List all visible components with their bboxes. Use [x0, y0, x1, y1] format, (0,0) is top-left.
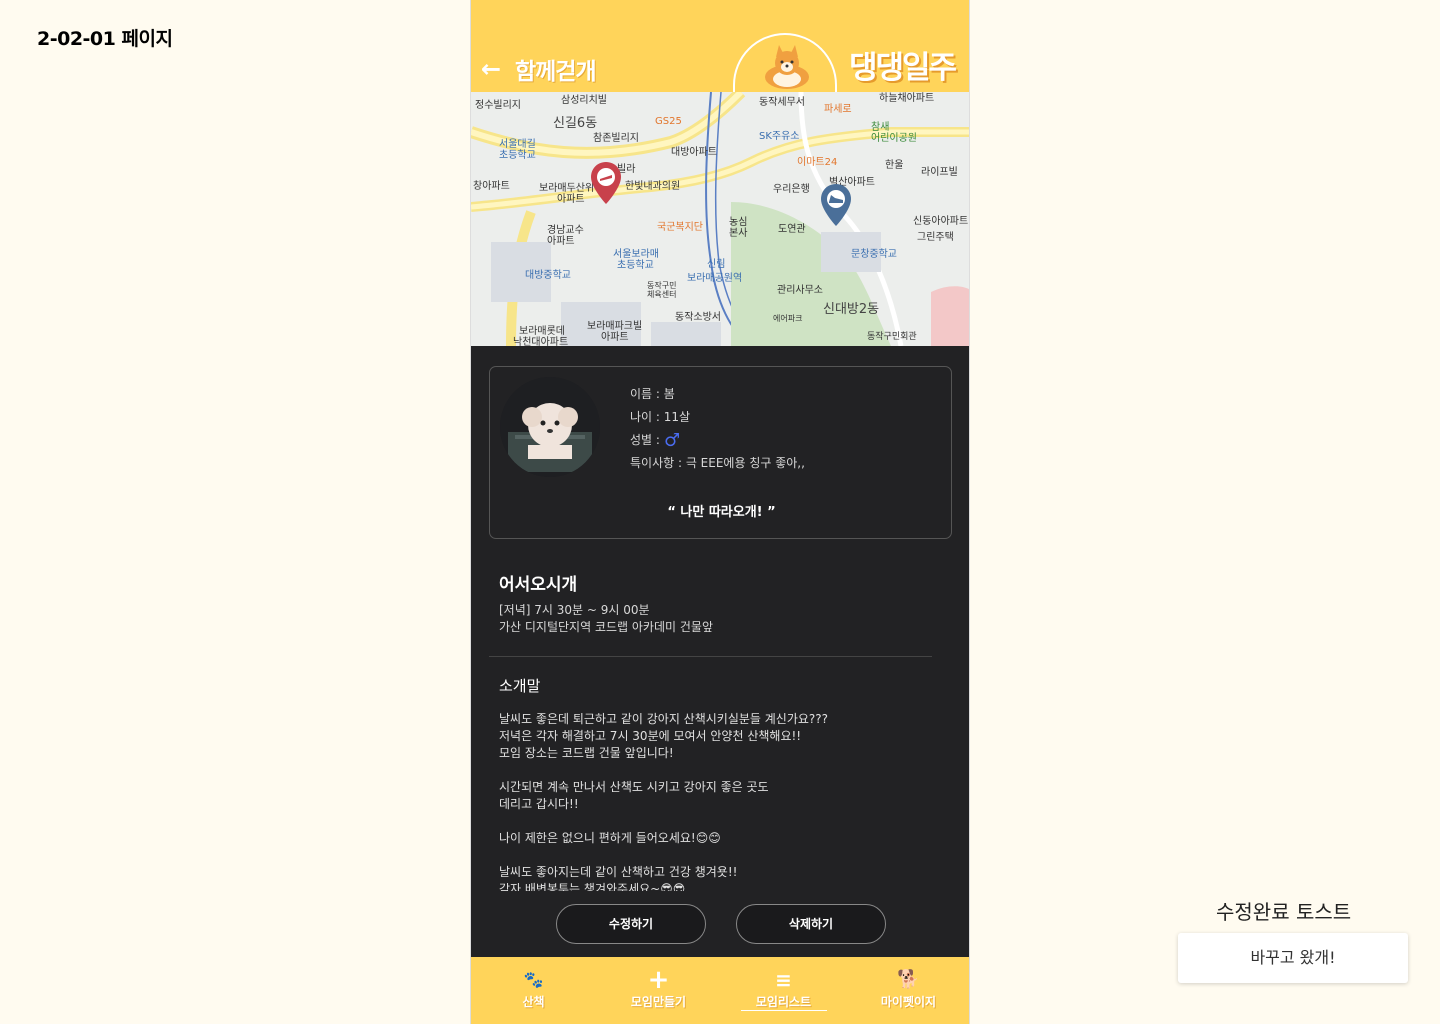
map-label: 문창중학교 — [851, 249, 897, 260]
map-label: 신동아아파트 — [913, 216, 969, 227]
paw-icon: 🐾 — [523, 970, 544, 989]
map-label: 서울보라매 — [613, 249, 659, 260]
map-label: 아파트 — [547, 236, 575, 247]
nav-item-walk[interactable]: 🐾 산책 — [471, 957, 596, 1024]
map-label: 동작소방서 — [675, 312, 721, 323]
map-label: 대방아파트 — [671, 147, 717, 158]
map-label: 어린이공원 — [871, 133, 917, 144]
map-label: 우리은행 — [773, 184, 810, 195]
map-label: 한빛내과의원 — [625, 181, 681, 192]
map-label: 동작세무서 — [759, 97, 805, 108]
map-label: 이마트24 — [797, 157, 838, 168]
phone-screen: ← 함께걷개 댕댕일주 정수빌리지 삼성리치빌 동작세무서 하늘채아파트 신길6… — [470, 0, 970, 1024]
map-label: 초등학교 — [499, 150, 536, 161]
toast-message: 바꾸고 왔개! — [1178, 933, 1408, 983]
map-label: 대방중학교 — [525, 270, 571, 281]
map-label: GS25 — [655, 116, 682, 127]
header-title: 함께걷개 — [515, 59, 597, 85]
nav-item-list[interactable]: ≡ 모임리스트 — [721, 957, 846, 1024]
route-map[interactable]: 정수빌리지 삼성리치빌 동작세무서 하늘채아파트 신길6동 GS25 파세로 참… — [471, 92, 969, 346]
male-icon: ♂ — [663, 430, 681, 451]
dog-avatar — [500, 377, 600, 477]
map-label: 경남교수 — [547, 225, 584, 236]
brand-logo-text: 댕댕일주 — [849, 50, 957, 86]
map-label: 보라매공원역 — [687, 273, 743, 284]
map-label: 도연관 — [778, 224, 806, 235]
dog-profile-card: 이름 : 봄 나이 : 11살 성별 : ♂ 특이사항 : 극 EEE에용 칭구 … — [489, 366, 952, 539]
nav-item-mypet[interactable]: 🐕 마이펫이지 — [846, 957, 969, 1024]
nav-label: 모임리스트 — [755, 995, 812, 1009]
map-label: 초등학교 — [617, 260, 654, 271]
map-label: 국군복지단 — [657, 222, 703, 233]
map-label: 하늘채아파트 — [879, 93, 935, 104]
map-label: 관리사무소 — [777, 285, 823, 296]
map-label: 파세로 — [824, 104, 852, 115]
nav-item-create[interactable]: + 모임만들기 — [596, 957, 721, 1024]
page-label: 2-02-01 페이지 — [37, 28, 173, 50]
map-label: 한울 — [885, 160, 904, 171]
shoe-marker-pin[interactable] — [821, 184, 851, 230]
map-label: 체육센터 — [647, 290, 677, 299]
map-label: 아파트 — [557, 194, 585, 205]
dog-info: 이름 : 봄 나이 : 11살 성별 : ♂ 특이사항 : 극 EEE에용 칭구 … — [630, 383, 805, 475]
map-label: 신길6동 — [553, 116, 598, 131]
start-marker-pin[interactable] — [591, 162, 621, 208]
map-label: 아파트 — [601, 332, 629, 343]
map-label: 동작구민회관 — [867, 332, 917, 342]
edit-button[interactable]: 수정하기 — [556, 904, 706, 944]
meeting-time: [저녁] 7시 30분 ~ 9시 00분 — [499, 603, 650, 617]
nav-label: 산책 — [522, 995, 545, 1009]
plus-icon: + — [647, 965, 670, 995]
delete-button[interactable]: 삭제하기 — [736, 904, 886, 944]
map-label: 그린주택 — [917, 232, 954, 243]
dog-name: 이름 : 봄 — [630, 387, 675, 401]
active-tab-indicator — [741, 1010, 827, 1011]
map-label: 본사 — [729, 228, 748, 239]
map-label: 신림 — [707, 259, 726, 270]
gender-label: 성별 : — [630, 433, 660, 447]
dog-quote: “ 나만 따라오개! ” — [667, 505, 776, 520]
meeting-title: 어서오시개 — [499, 575, 578, 595]
map-label: 농심 — [729, 217, 748, 228]
intro-title: 소개말 — [499, 677, 541, 695]
dog-age: 나이 : 11살 — [630, 410, 691, 424]
map-label: 신대방2동 — [823, 302, 880, 317]
nav-label: 모임만들기 — [630, 995, 687, 1009]
map-label: 라이프빌 — [921, 167, 958, 178]
toast-title: 수정완료 토스트 — [1216, 900, 1352, 924]
map-label: 삼성리치빌 — [561, 95, 607, 106]
meeting-place: 가산 디지털단지역 코드랩 아카데미 건물앞 — [499, 620, 713, 634]
map-label: 보라매두산위 — [539, 183, 595, 194]
map-label: 참존빌리지 — [593, 133, 639, 144]
map-label: 참새 — [871, 122, 890, 133]
map-label: 서울대길 — [499, 139, 536, 150]
dog-icon: 🐕 — [897, 969, 920, 990]
nav-label: 마이펫이지 — [880, 995, 937, 1009]
intro-body[interactable]: 날씨도 좋은데 퇴근하고 같이 강아지 산책시키실분들 계신가요??? 저녁은 … — [499, 711, 939, 891]
map-label: 낙천대아파트 — [513, 337, 569, 346]
map-label: 보라매파크빌 — [587, 321, 643, 332]
bottom-nav: 🐾 산책 + 모임만들기 ≡ 모임리스트 🐕 마이펫이지 — [471, 957, 969, 1024]
list-icon: ≡ — [775, 968, 792, 992]
map-label: 창아파트 — [473, 181, 510, 192]
dog-note: 특이사항 : 극 EEE에용 칭구 좋아,, — [630, 456, 805, 470]
map-label: 보라매롯데 — [519, 326, 565, 337]
map-label: 에어파크 — [773, 314, 803, 323]
arrow-left-icon[interactable]: ← — [477, 54, 505, 84]
app-header: ← 함께걷개 댕댕일주 — [471, 0, 969, 143]
map-label: SK주유소 — [759, 131, 800, 142]
map-label: 정수빌리지 — [475, 100, 521, 111]
dog-gender: 성별 : ♂ — [630, 429, 805, 452]
divider — [489, 656, 932, 657]
